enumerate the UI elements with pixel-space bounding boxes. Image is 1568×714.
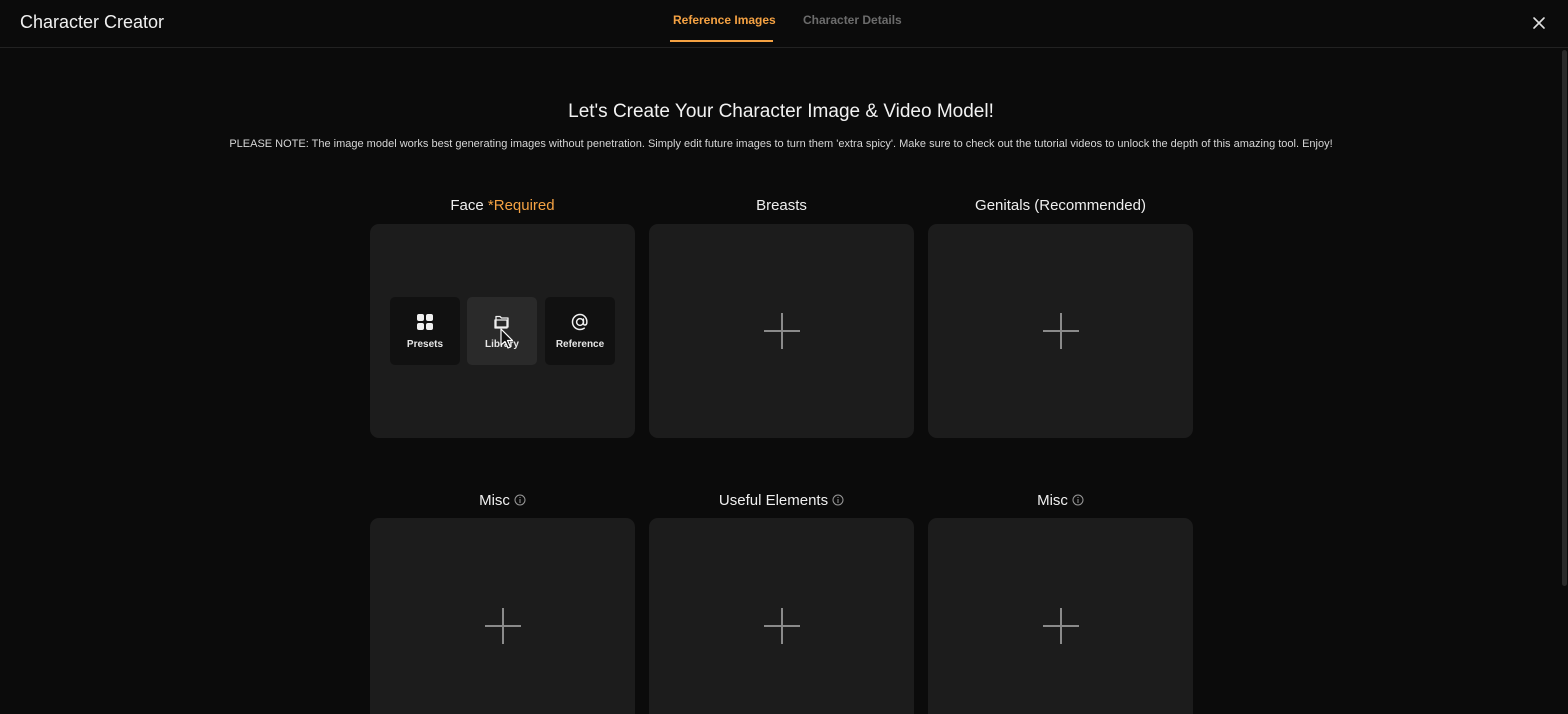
misc-upload-card-2[interactable] [928, 518, 1193, 714]
misc-upload-card-1[interactable] [370, 518, 635, 714]
active-tab-indicator [670, 40, 773, 42]
info-icon[interactable] [1072, 494, 1084, 506]
face-slot-label: Face *Required [370, 197, 635, 214]
top-bar: Character Creator Reference Images Chara… [0, 0, 1568, 48]
add-icon [1043, 608, 1079, 644]
misc-label-text: Misc [1037, 492, 1068, 509]
folder-icon [494, 315, 509, 329]
add-icon [1043, 313, 1079, 349]
close-button[interactable] [1530, 14, 1548, 32]
genitals-upload-card[interactable] [928, 224, 1193, 438]
breasts-slot-label: Breasts [756, 197, 807, 214]
presets-button[interactable]: Presets [390, 297, 460, 365]
library-button[interactable]: Library [467, 297, 537, 365]
misc-slot-label-2: Misc [928, 492, 1193, 509]
genitals-slot-label: Genitals (Recommended) [975, 197, 1146, 214]
reference-button[interactable]: Reference [545, 297, 615, 365]
info-icon[interactable] [514, 494, 526, 506]
misc-label-text: Misc [479, 492, 510, 509]
add-icon [764, 313, 800, 349]
add-icon [485, 608, 521, 644]
misc-slot-label-1: Misc [370, 492, 635, 509]
notice-text: PLEASE NOTE: The image model works best … [229, 138, 1333, 150]
useful-elements-label-text: Useful Elements [718, 492, 829, 509]
library-label: Library [485, 339, 519, 350]
scrollbar-thumb[interactable] [1562, 50, 1567, 586]
useful-elements-upload-card[interactable] [649, 518, 914, 714]
breasts-upload-card[interactable] [649, 224, 914, 438]
required-marker: *Required [487, 197, 555, 214]
close-icon [1533, 17, 1545, 29]
tab-reference-images[interactable]: Reference Images [673, 13, 776, 27]
tab-character-details[interactable]: Character Details [803, 13, 902, 27]
tab-bar: Reference Images Character Details [0, 0, 1568, 48]
presets-label: Presets [406, 339, 444, 350]
reference-label: Reference [555, 339, 605, 350]
page-heading: Let's Create Your Character Image & Vide… [568, 101, 994, 122]
grid-icon [417, 314, 433, 330]
add-icon [764, 608, 800, 644]
at-sign-icon [571, 313, 588, 331]
info-icon[interactable] [832, 494, 844, 506]
face-label-text: Face [450, 197, 484, 214]
useful-elements-slot-label: Useful Elements [649, 492, 914, 509]
